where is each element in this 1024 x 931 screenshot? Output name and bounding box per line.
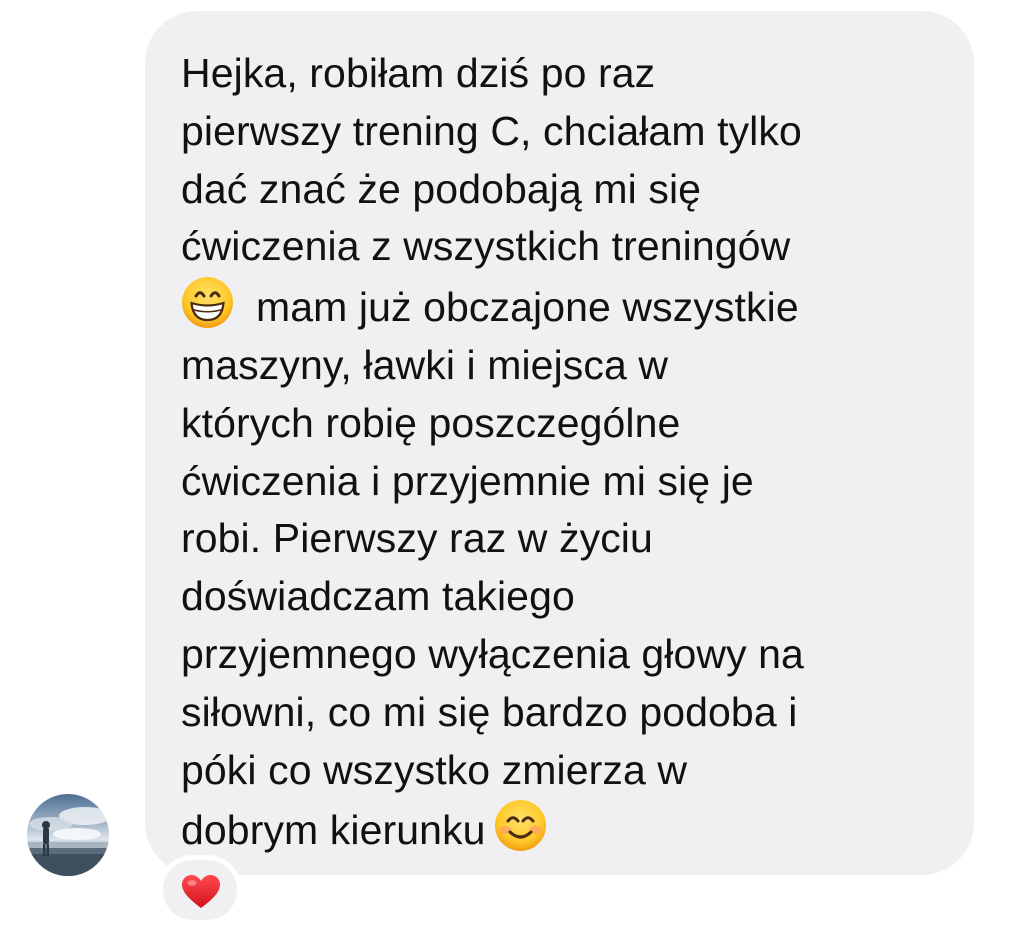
message-line: siłowni, co mi się bardzo podoba i: [181, 688, 798, 735]
message-line: robi. Pierwszy raz w życiu: [181, 515, 653, 562]
message-line: doświadczam takiego: [181, 573, 575, 620]
message-line: pierwszy trening C, chciałam tylko: [181, 107, 802, 154]
heart-reaction[interactable]: [158, 855, 242, 925]
smiling-face-emoji-icon: [494, 799, 547, 852]
heart-icon: [182, 875, 220, 908]
message-line: ćwiczenia i przyjemnie mi się je: [181, 457, 754, 504]
grinning-face-emoji-icon: [181, 276, 234, 329]
message-line: dać znać że podobają mi się: [181, 165, 702, 212]
avatar-photo: [27, 794, 109, 876]
message-bubble[interactable]: Hejka, robiłam dziś po raz pierwszy tren…: [145, 11, 974, 875]
message-line-with-emoji: mam już obczajone wszystkie: [181, 276, 954, 337]
message-line: Hejka, robiłam dziś po raz: [181, 50, 656, 96]
message-line: których robię poszczególne: [181, 399, 681, 446]
message-line: przyjemnego wyłączenia głowy na: [181, 630, 804, 677]
message-line-text: mam już obczajone wszystkie: [256, 284, 799, 331]
chat-screen: Hejka, robiłam dziś po raz pierwszy tren…: [0, 0, 1024, 931]
message-line: maszyny, ławki i miejsca w: [181, 341, 669, 388]
message-line: póki co wszystko zmierza w: [181, 746, 688, 793]
message-line: ćwiczenia z wszystkich treningów: [181, 223, 791, 270]
avatar[interactable]: [27, 794, 109, 876]
message-line-text: dobrym kierunku: [181, 807, 486, 854]
message-line-with-emoji: dobrym kierunku: [181, 799, 954, 860]
